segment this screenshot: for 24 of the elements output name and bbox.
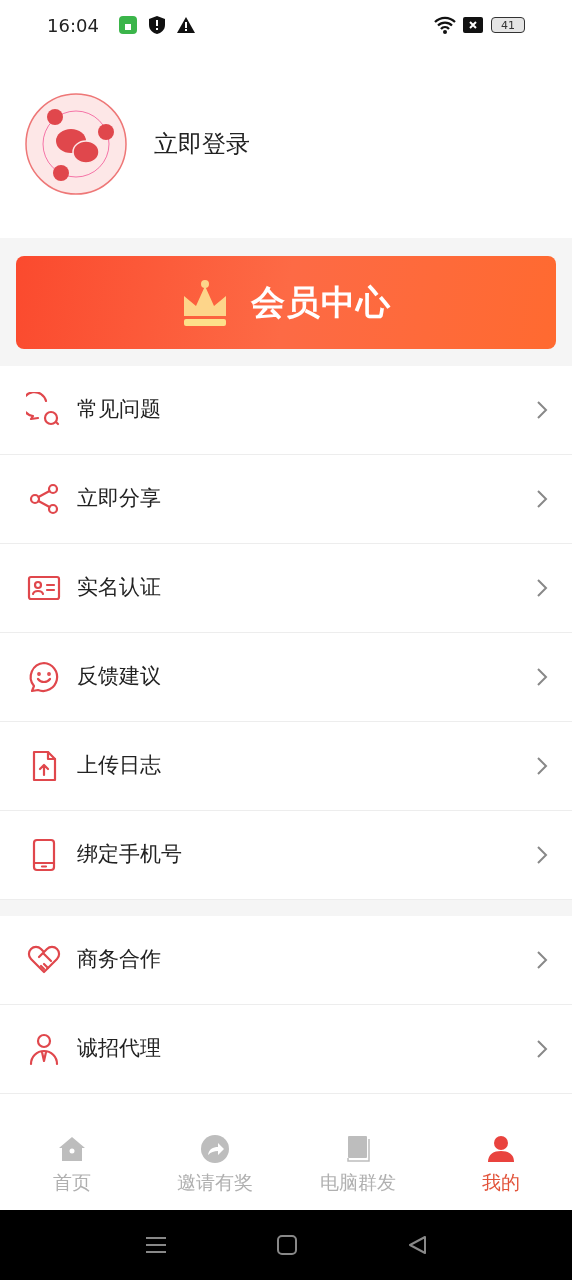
chevron-right-icon (536, 845, 548, 865)
menu-item[interactable]: 诚招代理 (0, 1005, 572, 1094)
menu-item[interactable]: 商务合作 (0, 916, 572, 1005)
warning-icon (176, 17, 195, 33)
app-notification-icon (118, 16, 137, 34)
chevron-right-icon (536, 667, 548, 687)
chevron-right-icon (536, 400, 548, 420)
chevron-right-icon (536, 578, 548, 598)
wifi-icon (433, 15, 457, 35)
login-link[interactable]: 立即登录 (154, 126, 250, 162)
user-icon (485, 1133, 516, 1164)
chevron-right-icon (536, 1039, 548, 1059)
no-sim-icon (463, 17, 483, 33)
shield-icon (148, 16, 165, 34)
tab-item[interactable]: 我的 (429, 1120, 572, 1210)
menu-icon[interactable] (145, 1235, 167, 1255)
crown-icon (181, 278, 229, 327)
chevron-right-icon (536, 756, 548, 776)
status-time: 16:04 (47, 13, 99, 38)
battery-indicator: 41 (491, 17, 525, 33)
chevron-right-icon (536, 489, 548, 509)
home-square-icon[interactable] (277, 1235, 297, 1255)
chevron-right-icon (536, 950, 548, 970)
back-icon[interactable] (407, 1235, 427, 1255)
